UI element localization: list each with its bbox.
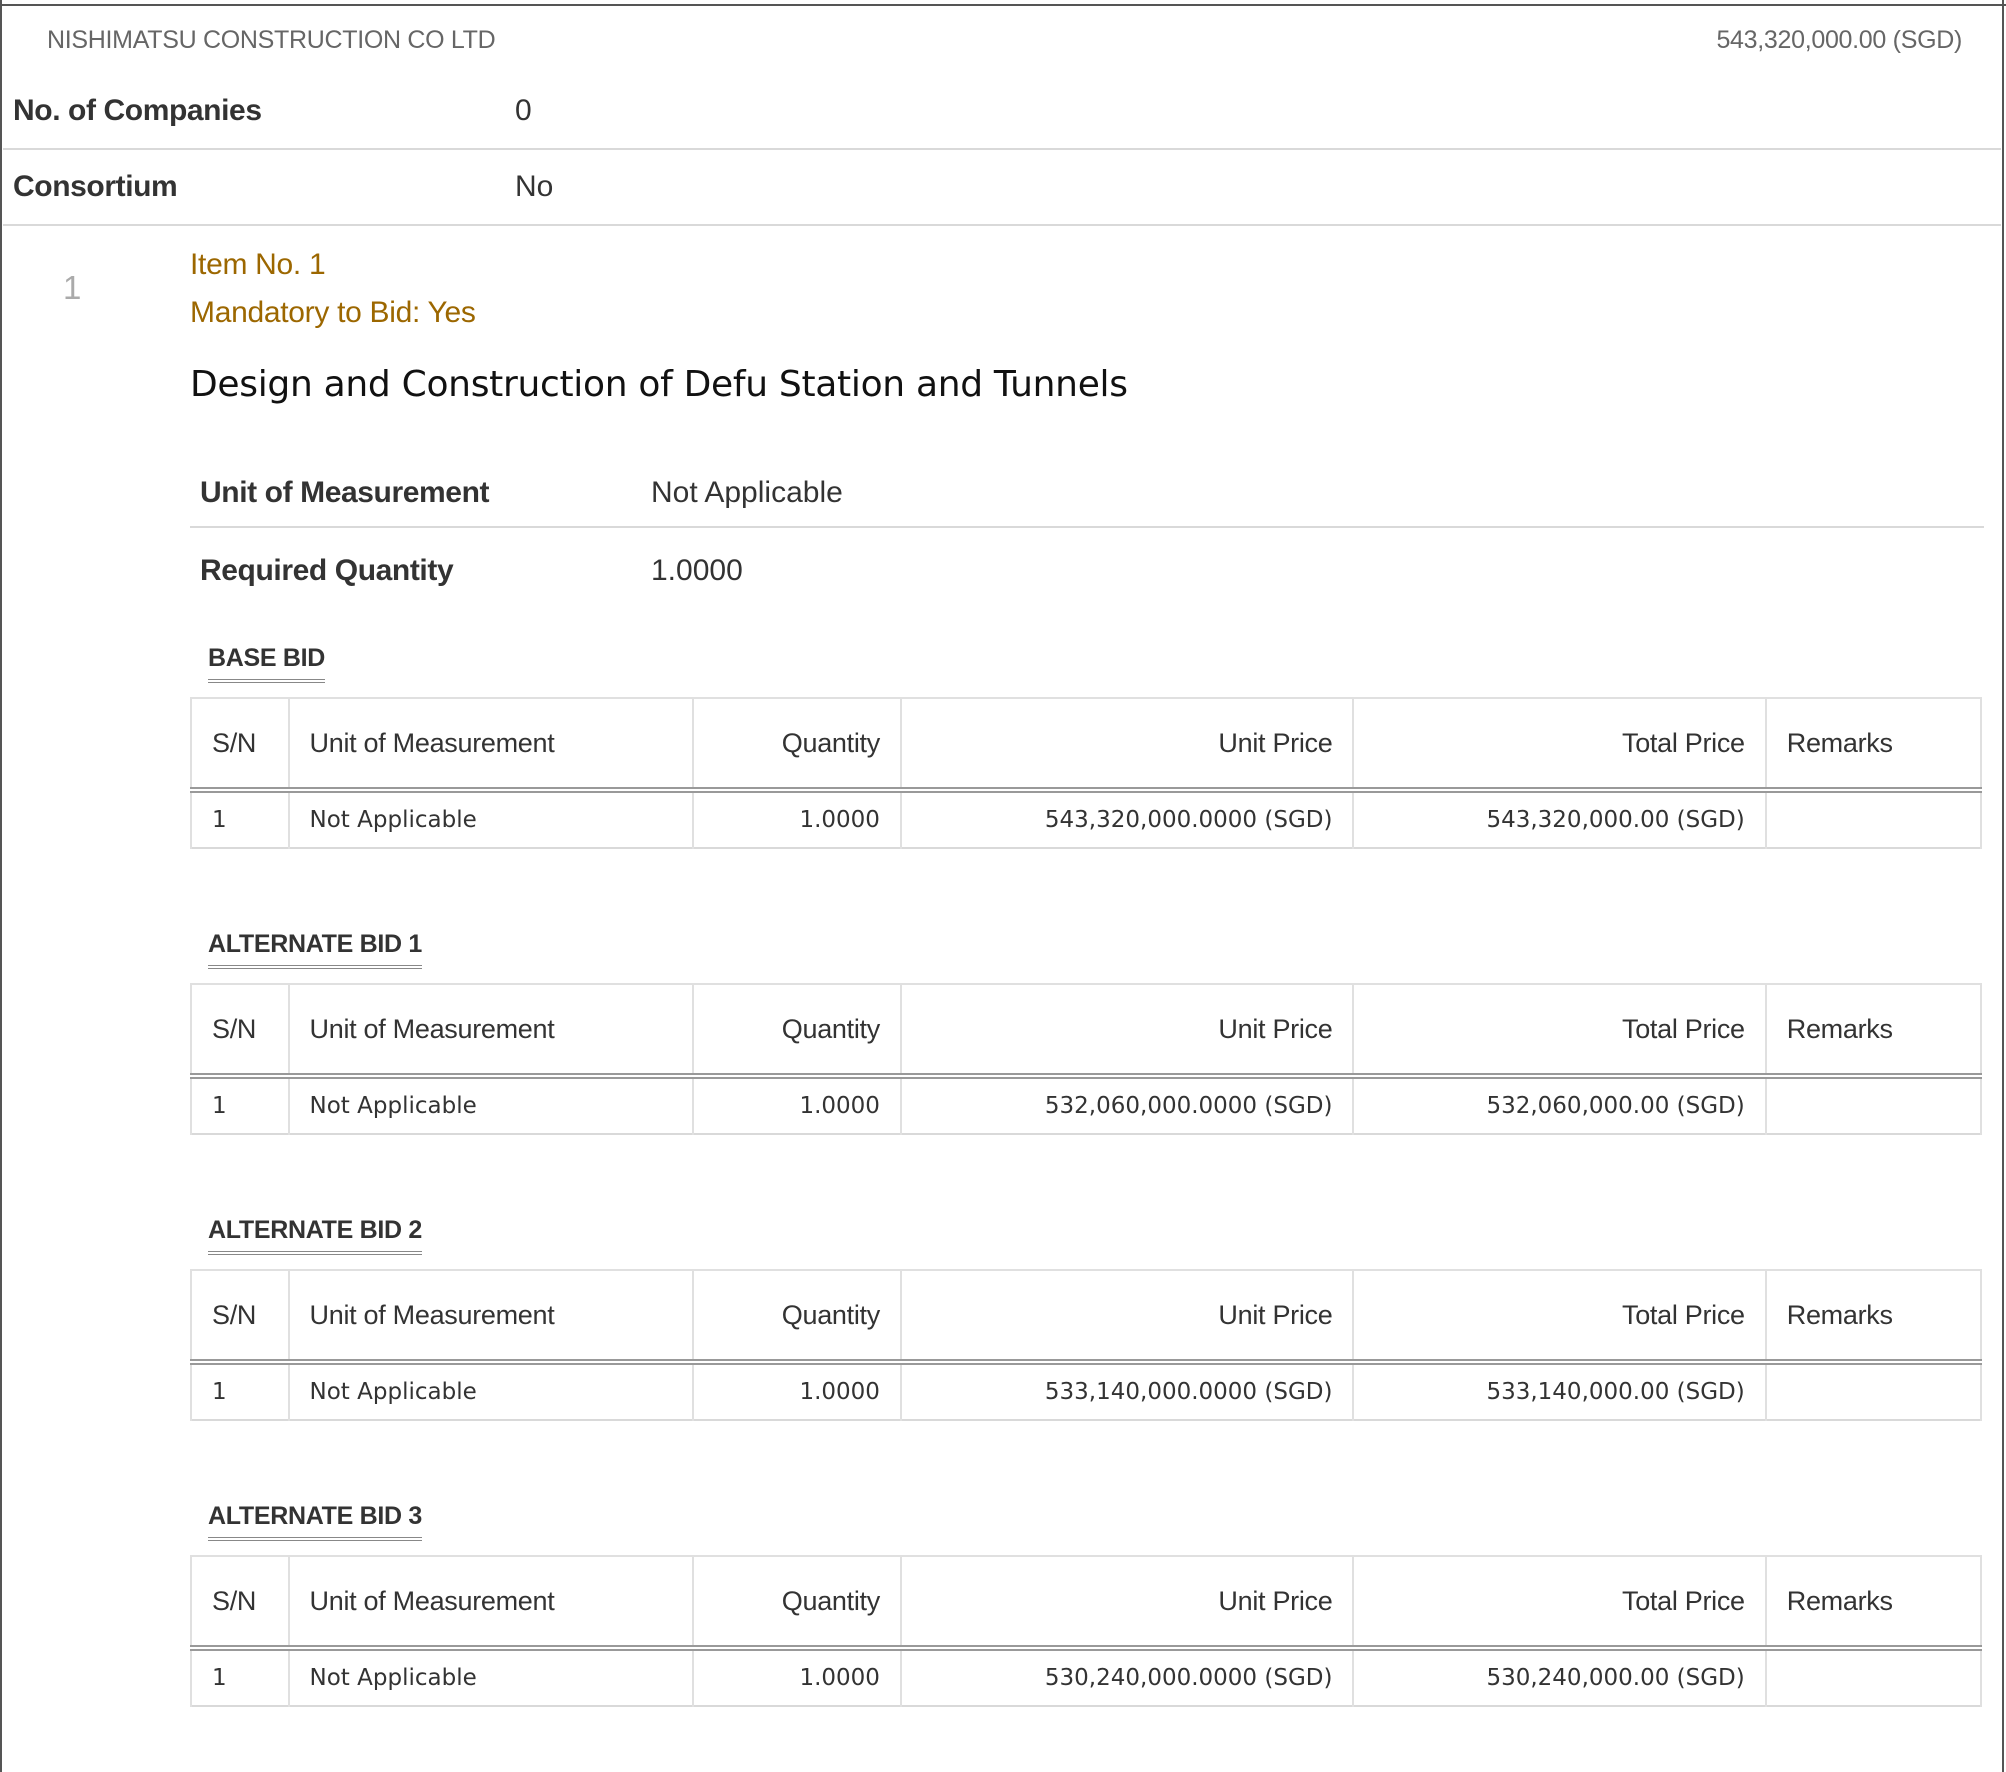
info-label: No. of Companies xyxy=(13,94,262,127)
bid-heading: ALTERNATE BID 1 xyxy=(208,930,422,969)
detail-value: Not Applicable xyxy=(651,476,843,509)
uom-header: Unit of Measurement xyxy=(287,698,694,793)
detail-row-unit: Unit of Measurement Not Applicable xyxy=(190,452,1984,528)
unit-price-cell: 532,060,000.0000 (SGD) xyxy=(899,1076,1355,1134)
quantity-cell: 1.0000 xyxy=(691,1648,902,1706)
bid-heading: ALTERNATE BID 3 xyxy=(208,1502,422,1541)
total-price-cell: 533,140,000.00 (SGD) xyxy=(1352,1362,1767,1420)
info-label: Consortium xyxy=(13,170,178,203)
uom-header: Unit of Measurement xyxy=(287,984,694,1079)
sn-header: S/N xyxy=(190,1556,290,1651)
total-price-header: Total Price xyxy=(1352,698,1767,793)
bid-table: S/N Unit of Measurement Quantity Unit Price… xyxy=(190,983,1983,1135)
table-header-row: S/N Unit of Measurement Quantity Unit Price… xyxy=(190,1270,1983,1365)
sn-cell: 1 xyxy=(190,790,290,848)
panel-top-border xyxy=(0,0,2006,6)
table-header-row: S/N Unit of Measurement Quantity Unit Price… xyxy=(190,984,1983,1079)
remarks-cell xyxy=(1764,1648,1983,1706)
remarks-cell xyxy=(1764,790,1983,848)
uom-header: Unit of Measurement xyxy=(287,1556,694,1651)
uom-cell: Not Applicable xyxy=(287,1648,694,1706)
unit-price-cell: 543,320,000.0000 (SGD) xyxy=(899,790,1355,848)
table-row: 1 Not Applicable 1.0000 533,140,000.0000 (S… xyxy=(190,1362,1983,1420)
remarks-header: Remarks xyxy=(1764,1556,1983,1651)
bid-table: S/N Unit of Measurement Quantity Unit Price… xyxy=(190,1269,1983,1421)
total-price-cell: 532,060,000.00 (SGD) xyxy=(1352,1076,1767,1134)
total-price-cell: 543,320,000.00 (SGD) xyxy=(1352,790,1767,848)
bid-heading: BASE BID xyxy=(208,644,325,683)
uom-cell: Not Applicable xyxy=(287,1362,694,1420)
sn-cell: 1 xyxy=(190,1648,290,1706)
unit-price-header: Unit Price xyxy=(899,1556,1355,1651)
remarks-cell xyxy=(1764,1362,1983,1420)
info-value: No xyxy=(515,170,554,203)
sn-header: S/N xyxy=(190,1270,290,1365)
unit-price-cell: 530,240,000.0000 (SGD) xyxy=(899,1648,1355,1706)
supplier-name: NISHIMATSU CONSTRUCTION CO LTD xyxy=(47,26,496,54)
unit-price-cell: 533,140,000.0000 (SGD) xyxy=(899,1362,1355,1420)
table-row: 1 Not Applicable 1.0000 530,240,000.0000 (S… xyxy=(190,1648,1983,1706)
quantity-cell: 1.0000 xyxy=(691,790,902,848)
detail-row-quantity: Required Quantity 1.0000 xyxy=(190,530,1984,606)
remarks-header: Remarks xyxy=(1764,1270,1983,1365)
supplier-row: NISHIMATSU CONSTRUCTION CO LTD 543,320,0… xyxy=(0,22,2006,62)
info-row-consortium: Consortium No xyxy=(3,150,2001,226)
remarks-header: Remarks xyxy=(1764,698,1983,793)
item-title: Design and Construction of Defu Station … xyxy=(190,364,1128,405)
total-price-header: Total Price xyxy=(1352,1270,1767,1365)
table-header-row: S/N Unit of Measurement Quantity Unit Price… xyxy=(190,1556,1983,1651)
bid-table: S/N Unit of Measurement Quantity Unit Price… xyxy=(190,697,1983,849)
remarks-header: Remarks xyxy=(1764,984,1983,1079)
total-price-header: Total Price xyxy=(1352,984,1767,1079)
sn-cell: 1 xyxy=(190,1076,290,1134)
bid-heading: ALTERNATE BID 2 xyxy=(208,1216,422,1255)
uom-header: Unit of Measurement xyxy=(287,1270,694,1365)
info-row-companies: No. of Companies 0 xyxy=(3,74,2001,150)
unit-price-header: Unit Price xyxy=(899,984,1355,1079)
quantity-header: Quantity xyxy=(691,984,902,1079)
detail-label: Unit of Measurement xyxy=(200,476,490,509)
sn-cell: 1 xyxy=(190,1362,290,1420)
table-row: 1 Not Applicable 1.0000 543,320,000.0000 (S… xyxy=(190,790,1983,848)
uom-cell: Not Applicable xyxy=(287,1076,694,1134)
quantity-cell: 1.0000 xyxy=(691,1362,902,1420)
unit-price-header: Unit Price xyxy=(899,698,1355,793)
table-row: 1 Not Applicable 1.0000 532,060,000.0000 (S… xyxy=(190,1076,1983,1134)
detail-value: 1.0000 xyxy=(651,554,743,587)
detail-label: Required Quantity xyxy=(200,554,454,587)
unit-price-header: Unit Price xyxy=(899,1270,1355,1365)
sn-header: S/N xyxy=(190,698,290,793)
sn-header: S/N xyxy=(190,984,290,1079)
item-number: Item No. 1 xyxy=(190,248,326,281)
quantity-header: Quantity xyxy=(691,1270,902,1365)
remarks-cell xyxy=(1764,1076,1983,1134)
uom-cell: Not Applicable xyxy=(287,790,694,848)
supplier-amount: 543,320,000.00 (SGD) xyxy=(1716,26,1962,54)
item-index: 1 xyxy=(63,269,82,306)
bid-table: S/N Unit of Measurement Quantity Unit Price… xyxy=(190,1555,1983,1707)
table-header-row: S/N Unit of Measurement Quantity Unit Price… xyxy=(190,698,1983,793)
total-price-cell: 530,240,000.00 (SGD) xyxy=(1352,1648,1767,1706)
quantity-header: Quantity xyxy=(691,698,902,793)
quantity-cell: 1.0000 xyxy=(691,1076,902,1134)
info-value: 0 xyxy=(515,94,532,127)
total-price-header: Total Price xyxy=(1352,1556,1767,1651)
item-mandatory: Mandatory to Bid: Yes xyxy=(190,296,476,329)
quantity-header: Quantity xyxy=(691,1556,902,1651)
